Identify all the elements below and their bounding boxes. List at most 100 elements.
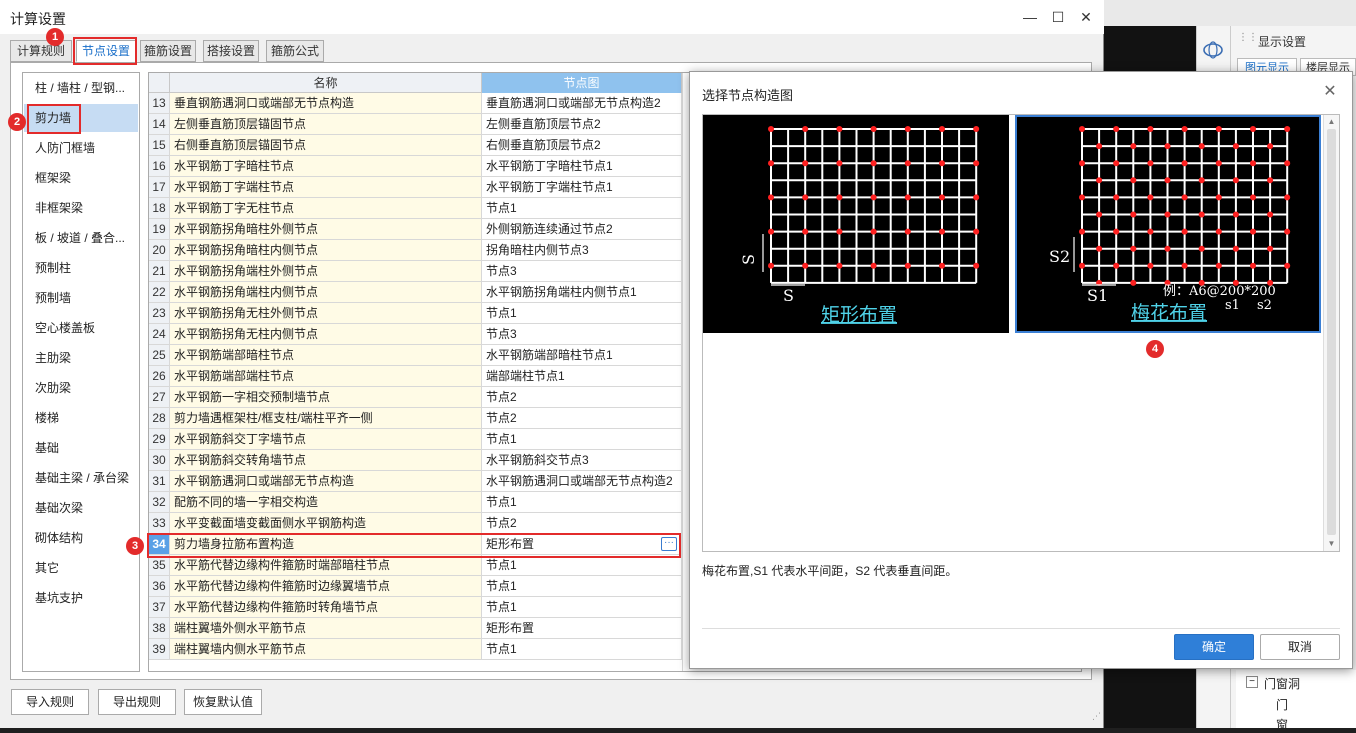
cell-node[interactable]: 节点2 bbox=[482, 513, 682, 534]
tree-item-door[interactable]: 门 bbox=[1276, 696, 1288, 713]
scroll-thumb[interactable] bbox=[1327, 129, 1336, 535]
category-item[interactable]: 预制柱 bbox=[24, 254, 138, 282]
cancel-button[interactable]: 取消 bbox=[1260, 634, 1340, 660]
tab-lap-settings[interactable]: 搭接设置 bbox=[203, 40, 259, 62]
cell-node[interactable]: 水平钢筋丁字端柱节点1 bbox=[482, 177, 682, 198]
cell-node[interactable]: 节点1 bbox=[482, 597, 682, 618]
category-item[interactable]: 基坑支护 bbox=[24, 584, 138, 612]
category-item[interactable]: 基础 bbox=[24, 434, 138, 462]
table-row[interactable]: 24 水平钢筋拐角无柱内侧节点 节点3 bbox=[149, 324, 682, 345]
cell-node[interactable]: 水平钢筋斜交节点3 bbox=[482, 450, 682, 471]
table-row[interactable]: 18 水平钢筋丁字无柱节点 节点1 bbox=[149, 198, 682, 219]
table-row[interactable]: 21 水平钢筋拐角端柱外侧节点 节点3 bbox=[149, 261, 682, 282]
scroll-down-icon[interactable]: ▼ bbox=[1326, 539, 1337, 548]
cell-node[interactable]: 节点1 bbox=[482, 198, 682, 219]
category-item[interactable]: 基础主梁 / 承台梁 bbox=[24, 464, 138, 492]
table-row[interactable]: 20 水平钢筋拐角暗柱内侧节点 拐角暗柱内侧节点3 bbox=[149, 240, 682, 261]
table-row[interactable]: 38 端柱翼墙外侧水平筋节点 矩形布置 bbox=[149, 618, 682, 639]
ok-button[interactable]: 确定 bbox=[1174, 634, 1254, 660]
tab-stirrup-formula[interactable]: 箍筋公式 bbox=[266, 40, 324, 62]
table-row[interactable]: 37 水平筋代替边缘构件箍筋时转角墙节点 节点1 bbox=[149, 597, 682, 618]
resize-grip-icon[interactable]: ⋰ bbox=[1092, 712, 1102, 724]
cell-node[interactable]: 端部端柱节点1 bbox=[482, 366, 682, 387]
table-row[interactable]: 33 水平变截面墙变截面侧水平钢筋构造 节点2 bbox=[149, 513, 682, 534]
cell-node[interactable]: 节点2 bbox=[482, 408, 682, 429]
export-rules-button[interactable]: 导出规则 bbox=[98, 689, 176, 715]
table-row[interactable]: 32 配筋不同的墙一字相交构造 节点1 bbox=[149, 492, 682, 513]
thumb-caption: 矩形布置 bbox=[821, 304, 897, 326]
thumb-plum-layout[interactable]: S2 S1 例：A6@200*200 s1 s2 梅花布置 bbox=[1015, 115, 1321, 333]
cell-node[interactable]: 节点1 bbox=[482, 303, 682, 324]
cell-node[interactable]: 节点1 bbox=[482, 492, 682, 513]
dialog-scrollbar[interactable]: ▲ ▼ bbox=[1323, 115, 1339, 551]
table-row[interactable]: 36 水平筋代替边缘构件箍筋时边缘翼墙节点 节点1 bbox=[149, 576, 682, 597]
thumb-rect-layout[interactable]: S S 矩形布置 bbox=[703, 115, 1009, 333]
close-button[interactable]: ✕ bbox=[1072, 6, 1100, 28]
cell-node[interactable]: 拐角暗柱内侧节点3 bbox=[482, 240, 682, 261]
cell-node[interactable]: 节点1 bbox=[482, 576, 682, 597]
cell-node[interactable]: 节点1 bbox=[482, 429, 682, 450]
import-rules-button[interactable]: 导入规则 bbox=[11, 689, 89, 715]
cell-node[interactable]: 垂直筋遇洞口或端部无节点构造2 bbox=[482, 93, 682, 114]
cell-node[interactable]: 节点3 bbox=[482, 324, 682, 345]
table-row[interactable]: 13 垂直钢筋遇洞口或端部无节点构造 垂直筋遇洞口或端部无节点构造2 bbox=[149, 93, 682, 114]
table-row[interactable]: 23 水平钢筋拐角无柱外侧节点 节点1 bbox=[149, 303, 682, 324]
maximize-button[interactable]: ☐ bbox=[1044, 6, 1072, 28]
table-row[interactable]: 29 水平钢筋斜交丁字墙节点 节点1 bbox=[149, 429, 682, 450]
tab-stirrup-settings[interactable]: 箍筋设置 bbox=[140, 40, 196, 62]
spacing-label-s2: s2 bbox=[1257, 298, 1272, 313]
drag-handle-icon[interactable]: ⋮⋮ bbox=[1238, 33, 1258, 48]
tree-item-window[interactable]: 窗 bbox=[1276, 716, 1288, 733]
table-row[interactable]: 31 水平钢筋遇洞口或端部无节点构造 水平钢筋遇洞口或端部无节点构造2 bbox=[149, 471, 682, 492]
category-item[interactable]: 柱 / 墙柱 / 型钢... bbox=[24, 74, 138, 102]
cell-node[interactable]: 节点3 bbox=[482, 261, 682, 282]
table-row[interactable]: 22 水平钢筋拐角端柱内侧节点 水平钢筋拐角端柱内侧节点1 bbox=[149, 282, 682, 303]
tie-bar-dot bbox=[1113, 194, 1120, 201]
tree-group-door-window[interactable]: 门窗洞 bbox=[1264, 675, 1300, 692]
table-row[interactable]: 14 左侧垂直筋顶层锚固节点 左侧垂直筋顶层节点2 bbox=[149, 114, 682, 135]
scroll-up-icon[interactable]: ▲ bbox=[1326, 117, 1337, 126]
category-item[interactable]: 基础次梁 bbox=[24, 494, 138, 522]
tab-calc-rules[interactable]: 计算规则 bbox=[10, 40, 72, 62]
restore-defaults-button[interactable]: 恢复默认值 bbox=[184, 689, 262, 715]
cell-node[interactable]: 右侧垂直筋顶层节点2 bbox=[482, 135, 682, 156]
cell-node[interactable]: 节点2 bbox=[482, 387, 682, 408]
table-row[interactable]: 25 水平钢筋端部暗柱节点 水平钢筋端部暗柱节点1 bbox=[149, 345, 682, 366]
cell-node[interactable]: 矩形布置 bbox=[482, 618, 682, 639]
category-item[interactable]: 次肋梁 bbox=[24, 374, 138, 402]
cell-node[interactable]: 节点1 bbox=[482, 555, 682, 576]
category-item[interactable]: 楼梯 bbox=[24, 404, 138, 432]
category-item[interactable]: 板 / 坡道 / 叠合... bbox=[24, 224, 138, 252]
table-row[interactable]: 28 剪力墙遇框架柱/框支柱/端柱平齐一侧 节点2 bbox=[149, 408, 682, 429]
minimize-button[interactable]: — bbox=[1016, 6, 1044, 28]
cell-node[interactable]: 节点1 bbox=[482, 639, 682, 660]
category-item[interactable]: 人防门框墙 bbox=[24, 134, 138, 162]
table-row[interactable]: 16 水平钢筋丁字暗柱节点 水平钢筋丁字暗柱节点1 bbox=[149, 156, 682, 177]
cell-num: 38 bbox=[149, 618, 170, 639]
dialog-close-icon[interactable]: ✕ bbox=[1320, 82, 1340, 102]
table-row[interactable]: 26 水平钢筋端部端柱节点 端部端柱节点1 bbox=[149, 366, 682, 387]
category-item[interactable]: 框架梁 bbox=[24, 164, 138, 192]
table-row[interactable]: 27 水平钢筋一字相交预制墙节点 节点2 bbox=[149, 387, 682, 408]
cell-node[interactable]: 水平钢筋遇洞口或端部无节点构造2 bbox=[482, 471, 682, 492]
cell-node[interactable]: 水平钢筋拐角端柱内侧节点1 bbox=[482, 282, 682, 303]
category-item[interactable]: 预制墙 bbox=[24, 284, 138, 312]
category-item[interactable]: 主肋梁 bbox=[24, 344, 138, 372]
collapse-icon[interactable]: − bbox=[1246, 676, 1258, 688]
table-row[interactable]: 35 水平筋代替边缘构件箍筋时端部暗柱节点 节点1 bbox=[149, 555, 682, 576]
category-item[interactable]: 砌体结构 bbox=[24, 524, 138, 552]
table-row[interactable]: 19 水平钢筋拐角暗柱外侧节点 外侧钢筋连续通过节点2 bbox=[149, 219, 682, 240]
table-row[interactable]: 39 端柱翼墙内侧水平筋节点 节点1 bbox=[149, 639, 682, 660]
cell-node[interactable]: 水平钢筋端部暗柱节点1 bbox=[482, 345, 682, 366]
cell-node[interactable]: 外侧钢筋连续通过节点2 bbox=[482, 219, 682, 240]
cell-node[interactable]: 左侧垂直筋顶层节点2 bbox=[482, 114, 682, 135]
table-row[interactable]: 17 水平钢筋丁字端柱节点 水平钢筋丁字端柱节点1 bbox=[149, 177, 682, 198]
category-item[interactable]: 非框架梁 bbox=[24, 194, 138, 222]
tie-bar-dot bbox=[768, 228, 774, 235]
category-item[interactable]: 空心楼盖板 bbox=[24, 314, 138, 342]
category-item[interactable]: 其它 bbox=[24, 554, 138, 582]
table-row[interactable]: 30 水平钢筋斜交转角墙节点 水平钢筋斜交节点3 bbox=[149, 450, 682, 471]
table-row[interactable]: 15 右侧垂直筋顶层锚固节点 右侧垂直筋顶层节点2 bbox=[149, 135, 682, 156]
tie-bar-dot bbox=[1130, 177, 1137, 184]
cell-node[interactable]: 水平钢筋丁字暗柱节点1 bbox=[482, 156, 682, 177]
